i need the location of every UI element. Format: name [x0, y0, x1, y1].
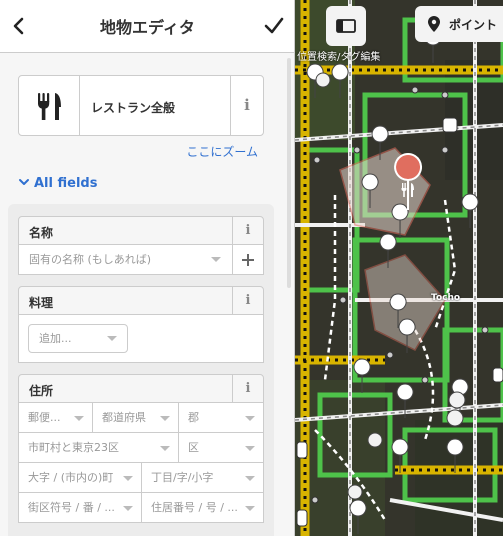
- zoom-to-link[interactable]: ここにズーム: [186, 143, 258, 160]
- address-row-3: 大字 / (市内の)町 丁目/字/小字: [18, 463, 264, 493]
- neighbourhood-input[interactable]: 丁目/字/小字: [142, 463, 263, 493]
- all-fields-toggle[interactable]: All fields: [18, 176, 97, 191]
- city-input[interactable]: 市町村と東京23区: [19, 433, 179, 463]
- address-row-2: 市町村と東京23区 区: [18, 433, 264, 463]
- cuisine-field: 料理 i 追加...: [18, 286, 264, 363]
- plus-icon[interactable]: [241, 253, 255, 267]
- city-placeholder: 市町村と東京23区: [28, 441, 119, 454]
- chevron-down-icon: [160, 416, 170, 421]
- cuisine-row: 追加...: [18, 315, 264, 363]
- map-place-label: Tocho: [431, 293, 461, 303]
- name-info-button[interactable]: i: [232, 217, 263, 244]
- chevron-down-icon: [245, 446, 255, 451]
- name-field-header: 名称 i: [18, 216, 264, 245]
- checkmark-icon[interactable]: [263, 13, 285, 39]
- name-placeholder: 固有の名称 (もしあれば): [29, 253, 152, 266]
- chevron-down-icon: [245, 506, 255, 511]
- address-info-button[interactable]: i: [232, 375, 263, 402]
- chevron-down-icon: [123, 476, 133, 481]
- prefecture-input[interactable]: 都道府県: [93, 403, 179, 433]
- name-input[interactable]: 固有の名称 (もしあれば): [19, 245, 233, 274]
- add-point-label: ポイント: [449, 18, 498, 32]
- name-field-label: 名称: [29, 226, 54, 240]
- county-input[interactable]: 郡: [179, 403, 263, 433]
- restaurant-icon: [19, 76, 80, 135]
- postcode-placeholder: 郵便...: [28, 411, 61, 424]
- map-status-message: 位置検索/タグ編集: [297, 52, 381, 63]
- cuisine-field-header: 料理 i: [18, 286, 264, 315]
- chevron-down-icon: [19, 179, 29, 185]
- satellite-map[interactable]: [295, 0, 503, 536]
- address-row-1: 郵便... 都道府県 郡: [18, 403, 264, 433]
- editor-header: 地物エディタ: [0, 0, 294, 53]
- chevron-down-icon: [160, 446, 170, 451]
- map-view[interactable]: ポイント 位置検索/タグ編集 Tocho: [295, 0, 503, 536]
- preset-info-button[interactable]: i: [230, 76, 263, 135]
- cuisine-add-placeholder: 追加...: [39, 332, 72, 345]
- chevron-down-icon: [211, 257, 221, 262]
- cuisine-info-button[interactable]: i: [232, 287, 263, 314]
- quarter-input[interactable]: 大字 / (市内の)町: [19, 463, 142, 493]
- add-point-button[interactable]: ポイント: [415, 6, 503, 42]
- all-fields-label: All fields: [34, 176, 98, 191]
- sidebar-toggle-icon: [336, 19, 356, 33]
- chevron-down-icon: [123, 506, 133, 511]
- sidebar-toggle-button[interactable]: [326, 6, 366, 46]
- preset-card[interactable]: レストラン全般 i: [18, 75, 264, 136]
- chevron-down-icon: [245, 476, 255, 481]
- name-field: 名称 i 固有の名称 (もしあれば): [18, 216, 264, 275]
- preset-name: レストラン全般: [91, 101, 176, 115]
- chevron-down-icon: [245, 416, 255, 421]
- ward-placeholder: 区: [188, 441, 199, 454]
- ward-input[interactable]: 区: [179, 433, 263, 463]
- entity-editor-panel: 地物エディタ レストラン全般 i ここにズーム All fields 名称 i …: [0, 0, 295, 536]
- point-marker-icon: [428, 16, 440, 32]
- neighbourhood-placeholder: 丁目/字/小字: [151, 471, 214, 484]
- address-row-4: 街区符号 / 番 / ... 住居番号 / 号 / ...: [18, 493, 264, 523]
- cuisine-add-input[interactable]: 追加...: [28, 324, 128, 353]
- address-field-header: 住所 i: [18, 374, 264, 403]
- address-field-label: 住所: [29, 384, 54, 398]
- housenumber-input[interactable]: 住居番号 / 号 / ...: [142, 493, 263, 523]
- housenumber-placeholder: 住居番号 / 号 / ...: [151, 501, 238, 514]
- county-placeholder: 郡: [188, 411, 199, 424]
- quarter-placeholder: 大字 / (市内の)町: [28, 471, 114, 484]
- back-icon[interactable]: [8, 13, 30, 39]
- chevron-down-icon: [107, 336, 117, 341]
- cuisine-field-label: 料理: [29, 296, 54, 310]
- sidebar-scrollbar[interactable]: [287, 58, 291, 288]
- prefecture-placeholder: 都道府県: [102, 411, 146, 424]
- address-field: 住所 i 郵便... 都道府県 郡 市町村と東京23区 区 大字 / (市内の)…: [18, 374, 264, 523]
- block-input[interactable]: 街区符号 / 番 / ...: [19, 493, 142, 523]
- postcode-input[interactable]: 郵便...: [19, 403, 93, 433]
- chevron-down-icon: [74, 416, 84, 421]
- name-row: 固有の名称 (もしあれば): [18, 245, 264, 275]
- block-placeholder: 街区符号 / 番 / ...: [28, 501, 115, 514]
- page-title: 地物エディタ: [100, 18, 195, 37]
